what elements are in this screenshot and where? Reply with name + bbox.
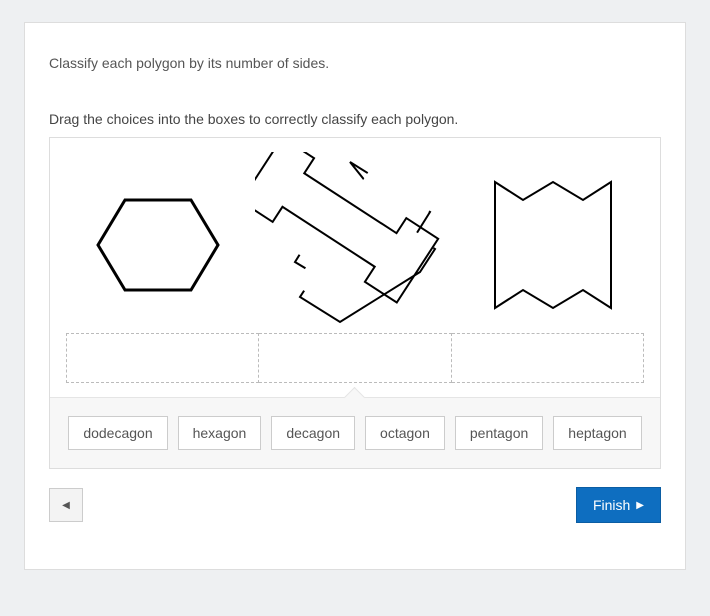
back-button[interactable]: ◀ xyxy=(49,488,83,522)
shape-decagon xyxy=(455,170,650,320)
dropzone-1[interactable] xyxy=(66,333,259,383)
instruction-text: Drag the choices into the boxes to corre… xyxy=(49,111,661,127)
choices-tray: dodecagon hexagon decagon octagon pentag… xyxy=(50,397,660,468)
choice-hexagon[interactable]: hexagon xyxy=(178,416,262,450)
shape-hexagon xyxy=(60,185,255,305)
dodecagon-icon xyxy=(255,152,455,337)
finish-button[interactable]: Finish ▶ xyxy=(576,487,661,523)
work-area: dodecagon hexagon decagon octagon pentag… xyxy=(49,137,661,469)
hexagon-icon xyxy=(93,185,223,305)
choice-heptagon[interactable]: heptagon xyxy=(553,416,641,450)
decagon-icon xyxy=(483,170,623,320)
choice-pentagon[interactable]: pentagon xyxy=(455,416,543,450)
choice-decagon[interactable]: decagon xyxy=(271,416,355,450)
shapes-row xyxy=(50,138,660,333)
question-text: Classify each polygon by its number of s… xyxy=(49,55,661,71)
triangle-right-icon: ▶ xyxy=(636,500,644,511)
nav-row: ◀ Finish ▶ xyxy=(49,487,661,523)
shape-dodecagon xyxy=(255,152,455,337)
choice-octagon[interactable]: octagon xyxy=(365,416,445,450)
dropzone-2[interactable] xyxy=(259,333,451,383)
choice-dodecagon[interactable]: dodecagon xyxy=(68,416,167,450)
finish-label: Finish xyxy=(593,497,630,513)
dropzone-3[interactable] xyxy=(452,333,644,383)
triangle-left-icon: ◀ xyxy=(62,500,70,511)
question-card: Classify each polygon by its number of s… xyxy=(24,22,686,570)
